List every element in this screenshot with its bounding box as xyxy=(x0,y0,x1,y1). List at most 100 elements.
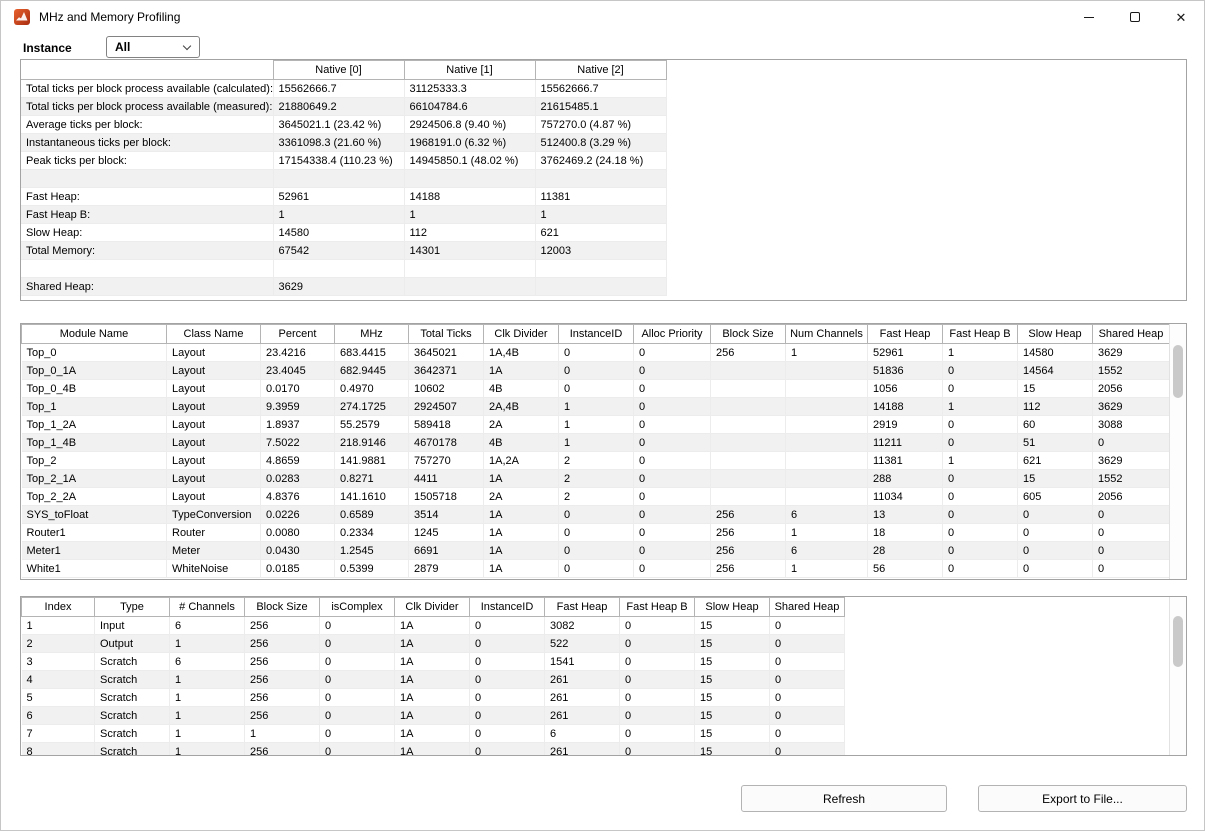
table-cell[interactable]: 13 xyxy=(868,506,943,524)
table-cell[interactable]: 2879 xyxy=(409,560,484,578)
table-row[interactable]: Slow Heap:14580112621 xyxy=(21,224,666,242)
table-cell[interactable]: Total ticks per block process available … xyxy=(21,80,273,98)
table-cell[interactable]: 1 xyxy=(22,617,95,635)
table-cell[interactable]: 0 xyxy=(320,653,395,671)
table-cell[interactable]: 605 xyxy=(1018,488,1093,506)
table-cell[interactable]: 261 xyxy=(545,671,620,689)
table-cell[interactable] xyxy=(711,416,786,434)
table-cell[interactable]: 1 xyxy=(786,560,868,578)
table-cell[interactable]: Top_0_4B xyxy=(22,380,167,398)
table-cell[interactable]: 141.1610 xyxy=(335,488,409,506)
table-cell[interactable]: 1552 xyxy=(1093,470,1170,488)
table-cell[interactable]: 256 xyxy=(245,635,320,653)
table-row[interactable]: Top_0Layout23.4216683.441536450211A,4B00… xyxy=(22,344,1170,362)
table-cell[interactable]: 1 xyxy=(943,398,1018,416)
table-cell[interactable]: 0 xyxy=(1093,506,1170,524)
table-cell[interactable] xyxy=(711,488,786,506)
table-cell[interactable]: 1 xyxy=(786,524,868,542)
table-cell[interactable]: 3082 xyxy=(545,617,620,635)
table-cell[interactable]: 1 xyxy=(170,707,245,725)
table-row[interactable]: Shared Heap:3629 xyxy=(21,278,666,296)
table-cell[interactable]: 4411 xyxy=(409,470,484,488)
table-cell[interactable]: 256 xyxy=(245,653,320,671)
table-cell[interactable]: 0 xyxy=(320,617,395,635)
table-cell[interactable]: 14564 xyxy=(1018,362,1093,380)
table-cell[interactable] xyxy=(711,470,786,488)
table-cell[interactable]: 0 xyxy=(634,470,711,488)
table-cell[interactable]: 1A xyxy=(484,560,559,578)
table-cell[interactable]: 0 xyxy=(943,560,1018,578)
table-cell[interactable]: Meter1 xyxy=(22,542,167,560)
table-cell[interactable]: 1A xyxy=(395,617,470,635)
table-row[interactable]: Meter1Meter0.04301.254566911A00256628000 xyxy=(22,542,1170,560)
table-cell[interactable]: 67542 xyxy=(273,242,404,260)
table-cell[interactable]: Scratch xyxy=(95,725,170,743)
table-cell[interactable]: 0 xyxy=(1093,524,1170,542)
table-cell[interactable]: 112 xyxy=(1018,398,1093,416)
table-cell[interactable]: 2924506.8 (9.40 %) xyxy=(404,116,535,134)
table-cell[interactable] xyxy=(711,380,786,398)
table-cell[interactable]: 0.0283 xyxy=(261,470,335,488)
table-cell[interactable]: 3629 xyxy=(1093,344,1170,362)
table-cell[interactable]: 0.0080 xyxy=(261,524,335,542)
table-cell[interactable]: 1.2545 xyxy=(335,542,409,560)
table-row[interactable]: Fast Heap:529611418811381 xyxy=(21,188,666,206)
table-cell[interactable]: 6691 xyxy=(409,542,484,560)
table-cell[interactable]: 1A xyxy=(395,707,470,725)
table-row[interactable]: Top_2_2ALayout4.8376141.161015057182A201… xyxy=(22,488,1170,506)
table-cell[interactable] xyxy=(711,362,786,380)
table-cell[interactable]: 15 xyxy=(695,671,770,689)
table-row[interactable]: Fast Heap B:111 xyxy=(21,206,666,224)
table-cell[interactable]: 12003 xyxy=(535,242,666,260)
table-cell[interactable]: 6 xyxy=(545,725,620,743)
table-cell[interactable] xyxy=(535,278,666,296)
table-cell[interactable]: Top_1_2A xyxy=(22,416,167,434)
table-cell[interactable]: 1A xyxy=(395,653,470,671)
table-cell[interactable] xyxy=(786,452,868,470)
table-cell[interactable]: 0 xyxy=(943,506,1018,524)
table-cell[interactable]: 1 xyxy=(943,344,1018,362)
table-cell[interactable]: 0 xyxy=(770,707,845,725)
title-bar[interactable]: MHz and Memory Profiling ✕ xyxy=(1,1,1204,33)
table-cell[interactable]: 1 xyxy=(170,689,245,707)
table-cell[interactable] xyxy=(21,170,273,188)
table-cell[interactable]: 2 xyxy=(559,452,634,470)
table-row[interactable]: 2Output125601A05220150 xyxy=(22,635,845,653)
table-cell[interactable]: 4.8376 xyxy=(261,488,335,506)
table-cell[interactable]: 21880649.2 xyxy=(273,98,404,116)
table-row[interactable]: White1WhiteNoise0.01850.539928791A002561… xyxy=(22,560,1170,578)
table-cell[interactable]: 1A xyxy=(484,542,559,560)
table-cell[interactable]: 256 xyxy=(245,671,320,689)
table-cell[interactable]: 15 xyxy=(695,707,770,725)
table-cell[interactable]: 0 xyxy=(470,635,545,653)
table-cell[interactable]: 0 xyxy=(1093,434,1170,452)
table-cell[interactable]: 6 xyxy=(22,707,95,725)
table-cell[interactable]: 0 xyxy=(943,470,1018,488)
table-cell[interactable]: 589418 xyxy=(409,416,484,434)
table-cell[interactable]: 0 xyxy=(943,524,1018,542)
table-cell[interactable]: 6 xyxy=(786,506,868,524)
table-cell[interactable]: 23.4045 xyxy=(261,362,335,380)
table-cell[interactable]: 6 xyxy=(786,542,868,560)
table-cell[interactable]: 0.8271 xyxy=(335,470,409,488)
table-row[interactable]: Average ticks per block:3645021.1 (23.42… xyxy=(21,116,666,134)
table-cell[interactable]: 1A xyxy=(395,743,470,757)
table-cell[interactable]: 0 xyxy=(559,344,634,362)
table-cell[interactable]: 261 xyxy=(545,689,620,707)
table-row[interactable]: 3Scratch625601A015410150 xyxy=(22,653,845,671)
table-cell[interactable]: 3 xyxy=(22,653,95,671)
table-cell[interactable]: 1 xyxy=(170,635,245,653)
table-cell[interactable]: 0 xyxy=(620,689,695,707)
table-cell[interactable]: 0.0226 xyxy=(261,506,335,524)
table-cell[interactable]: 0 xyxy=(1093,560,1170,578)
table-cell[interactable]: 4.8659 xyxy=(261,452,335,470)
table-cell[interactable]: 1A xyxy=(484,506,559,524)
table-cell[interactable]: 2919 xyxy=(868,416,943,434)
minimize-button[interactable] xyxy=(1066,1,1112,33)
table-cell[interactable]: 0 xyxy=(770,689,845,707)
table-cell[interactable]: 66104784.6 xyxy=(404,98,535,116)
table-cell[interactable] xyxy=(404,260,535,278)
table-cell[interactable]: 28 xyxy=(868,542,943,560)
table-cell[interactable]: 0 xyxy=(620,707,695,725)
table-cell[interactable]: 0 xyxy=(320,689,395,707)
